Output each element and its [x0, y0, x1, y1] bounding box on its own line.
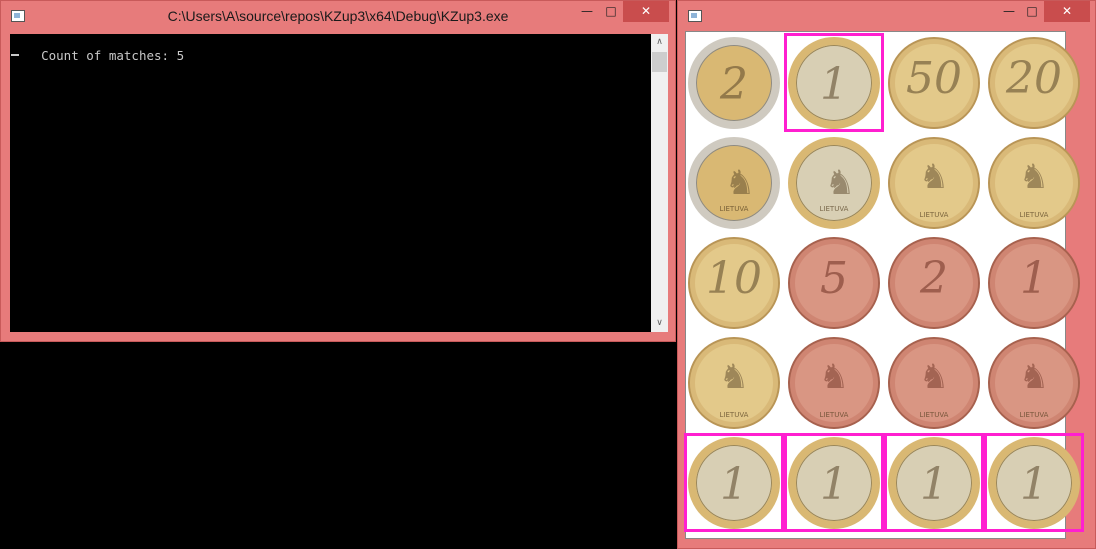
coin-cell: ♞ LIETUVA [684, 133, 784, 233]
match-highlight-box [884, 433, 984, 532]
coin-denomination: 1 [1020, 253, 1048, 304]
coin-image: ♞ LIETUVA [888, 137, 980, 229]
scroll-down-arrow-icon[interactable]: ∨ [651, 315, 668, 332]
coin-inscription: LIETUVA [819, 411, 849, 419]
coin-denomination: 2 [720, 59, 748, 110]
scroll-up-arrow-icon[interactable]: ∧ [651, 34, 668, 51]
console-output-line: Count of matches: 5 [41, 48, 185, 63]
console-window[interactable]: C:\Users\A\source\repos\KZup3\x64\Debug\… [0, 0, 676, 342]
coin-image: 5 [788, 237, 880, 329]
coin-image: 10 [688, 237, 780, 329]
minimize-button[interactable]: — [574, 1, 600, 22]
knight-emblem-icon: ♞ [724, 163, 756, 203]
coin-denomination: 2 [920, 253, 948, 304]
coin-image: ♞ LIETUVA [988, 337, 1080, 429]
coin-cell: ♞ LIETUVA [784, 333, 884, 433]
knight-emblem-icon: ♞ [818, 357, 850, 397]
coin-cell: ♞ LIETUVA [984, 333, 1084, 433]
coin-inscription: LIETUVA [919, 211, 949, 219]
match-highlight-box [784, 33, 884, 132]
coin-image: 20 [988, 37, 1080, 129]
coin-inscription: LIETUVA [819, 205, 849, 213]
coin-cell: 20 [984, 33, 1084, 133]
coin-image: ♞ LIETUVA [788, 337, 880, 429]
coin-denomination: 20 [1006, 53, 1062, 104]
image-window[interactable]: — □ ✕ 2 1 50 20 ♞ LIETUVA ♞ LIETUVA ♞ LIETUVA ♞ LIE… [677, 0, 1096, 549]
knight-emblem-icon: ♞ [918, 157, 950, 197]
coin-image: ♞ LIETUVA [688, 337, 780, 429]
coin-image: ♞ LIETUVA [688, 137, 780, 229]
match-highlight-box [684, 433, 784, 532]
coin-cell: ♞ LIETUVA [984, 133, 1084, 233]
coin-image: 50 [888, 37, 980, 129]
coin-cell: ♞ LIETUVA [884, 133, 984, 233]
maximize-button[interactable]: □ [1019, 1, 1045, 22]
coin-inscription: LIETUVA [719, 205, 749, 213]
coin-inscription: LIETUVA [1019, 411, 1049, 419]
knight-emblem-icon: ♞ [918, 357, 950, 397]
coin-image: ♞ LIETUVA [888, 337, 980, 429]
coin-cell: 10 [684, 233, 784, 333]
coin-image: ♞ LIETUVA [788, 137, 880, 229]
knight-emblem-icon: ♞ [1018, 357, 1050, 397]
knight-emblem-icon: ♞ [718, 357, 750, 397]
window-icon[interactable] [688, 10, 702, 22]
coin-image: 1 [988, 237, 1080, 329]
close-button[interactable]: ✕ [623, 1, 669, 22]
scroll-thumb[interactable] [652, 52, 667, 72]
close-button[interactable]: ✕ [1044, 1, 1090, 22]
coin-image: 2 [888, 237, 980, 329]
coin-cell: 2 [884, 233, 984, 333]
console-output-area[interactable]: Count of matches: 5 [10, 34, 651, 332]
coin-denomination: 10 [706, 253, 762, 304]
coin-inscription: LIETUVA [719, 411, 749, 419]
coin-cell: 2 [684, 33, 784, 133]
match-highlight-box [784, 433, 884, 532]
coin-cell: ♞ LIETUVA [884, 333, 984, 433]
coin-cell: 1 [984, 233, 1084, 333]
coin-inscription: LIETUVA [1019, 211, 1049, 219]
image-canvas: 2 1 50 20 ♞ LIETUVA ♞ LIETUVA ♞ LIETUVA ♞ LIETUVA 10… [684, 31, 1084, 539]
coin-cell: ♞ LIETUVA [784, 133, 884, 233]
coin-cell: 5 [784, 233, 884, 333]
console-titlebar[interactable]: C:\Users\A\source\repos\KZup3\x64\Debug\… [1, 1, 675, 31]
match-highlight-box [984, 433, 1084, 532]
maximize-button[interactable]: □ [598, 1, 624, 22]
knight-emblem-icon: ♞ [824, 163, 856, 203]
knight-emblem-icon: ♞ [1018, 157, 1050, 197]
text-cursor [11, 54, 19, 56]
vertical-scrollbar[interactable]: ∧ ∨ [651, 34, 668, 332]
coin-inscription: LIETUVA [919, 411, 949, 419]
coin-cell: 50 [884, 33, 984, 133]
coin-cell: ♞ LIETUVA [684, 333, 784, 433]
coin-image: 2 [688, 37, 780, 129]
coin-image: ♞ LIETUVA [988, 137, 1080, 229]
coin-denomination: 5 [820, 253, 848, 304]
coin-denomination: 50 [906, 53, 962, 104]
image-titlebar[interactable]: — □ ✕ [678, 1, 1095, 31]
